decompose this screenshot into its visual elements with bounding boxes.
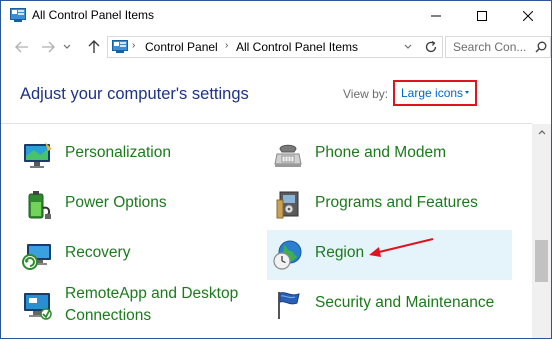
power-options-icon xyxy=(21,188,55,222)
refresh-button[interactable] xyxy=(422,38,440,56)
maximize-button[interactable] xyxy=(459,1,505,31)
title-bar[interactable]: All Control Panel Items xyxy=(1,1,551,31)
maximize-icon xyxy=(477,11,487,21)
vertical-scrollbar[interactable] xyxy=(532,124,551,338)
address-dropdown-button[interactable] xyxy=(400,39,416,55)
chevron-right-icon[interactable]: › xyxy=(132,40,135,51)
chevron-down-icon xyxy=(404,44,412,49)
control-panel-icon xyxy=(112,40,128,54)
minimize-icon xyxy=(431,15,441,17)
programs-features-icon xyxy=(271,188,305,222)
control-panel-items: Personalization Power Options Recovery R… xyxy=(1,124,532,338)
security-maintenance-icon xyxy=(271,288,305,322)
view-by-dropdown[interactable]: Large icons xyxy=(393,80,477,106)
phone-modem-icon xyxy=(271,138,305,172)
content-header: Adjust your computer's settings View by:… xyxy=(1,63,551,123)
scrollbar-thumb[interactable] xyxy=(535,240,548,282)
view-by-value[interactable]: Large icons xyxy=(401,86,463,100)
back-button[interactable] xyxy=(13,37,31,57)
breadcrumb-control-panel[interactable]: Control Panel xyxy=(145,40,218,54)
remoteapp-icon xyxy=(21,288,55,322)
chevron-right-icon[interactable]: › xyxy=(225,40,228,51)
item-label[interactable]: Power Options xyxy=(65,194,167,212)
navigation-bar: › Control Panel › All Control Panel Item… xyxy=(1,31,551,63)
scroll-up-button[interactable] xyxy=(532,124,551,141)
page-title: Adjust your computer's settings xyxy=(20,85,249,103)
item-label[interactable]: Personalization xyxy=(65,144,171,162)
item-personalization[interactable]: Personalization xyxy=(17,130,262,180)
breadcrumb-all-items[interactable]: All Control Panel Items xyxy=(236,40,358,54)
item-label[interactable]: Phone and Modem xyxy=(315,144,446,162)
item-label[interactable]: Region xyxy=(315,244,364,262)
arrow-right-icon xyxy=(42,41,55,53)
search-box[interactable]: Search Con... xyxy=(445,36,551,58)
window-title: All Control Panel Items xyxy=(32,8,155,22)
personalization-icon xyxy=(21,138,55,172)
forward-button[interactable] xyxy=(39,37,57,57)
up-button[interactable] xyxy=(85,37,103,57)
recovery-icon xyxy=(21,238,55,272)
view-by-label: View by: xyxy=(343,87,389,101)
annotation-arrow xyxy=(369,238,434,257)
control-panel-icon xyxy=(10,8,26,23)
close-icon xyxy=(523,11,533,21)
item-recovery[interactable]: Recovery xyxy=(17,230,262,280)
minimize-button[interactable] xyxy=(413,1,459,31)
control-panel-window: All Control Panel Items › Control Panel … xyxy=(0,0,552,339)
close-button[interactable] xyxy=(505,1,551,31)
item-remoteapp[interactable]: RemoteApp and Desktop Connections xyxy=(17,280,262,330)
refresh-icon xyxy=(425,40,437,53)
recent-locations-button[interactable] xyxy=(61,37,73,57)
item-label[interactable]: Security and Maintenance xyxy=(315,294,494,312)
item-label[interactable]: Recovery xyxy=(65,244,130,262)
caret-down-icon[interactable] xyxy=(465,91,469,94)
region-icon xyxy=(271,238,305,272)
item-security-maintenance[interactable]: Security and Maintenance xyxy=(267,280,512,330)
item-power-options[interactable]: Power Options xyxy=(17,180,262,230)
item-label[interactable]: Programs and Features xyxy=(315,194,478,212)
item-phone-modem[interactable]: Phone and Modem xyxy=(267,130,512,180)
search-placeholder: Search Con... xyxy=(453,40,527,54)
item-label[interactable]: RemoteApp and Desktop Connections xyxy=(65,283,265,327)
search-icon xyxy=(535,41,547,53)
arrow-up-icon xyxy=(88,40,100,53)
arrow-left-icon xyxy=(15,41,28,53)
address-bar[interactable]: › Control Panel › All Control Panel Item… xyxy=(107,36,443,58)
chevron-up-icon xyxy=(538,130,545,135)
chevron-down-icon xyxy=(63,44,71,49)
item-programs-features[interactable]: Programs and Features xyxy=(267,180,512,230)
